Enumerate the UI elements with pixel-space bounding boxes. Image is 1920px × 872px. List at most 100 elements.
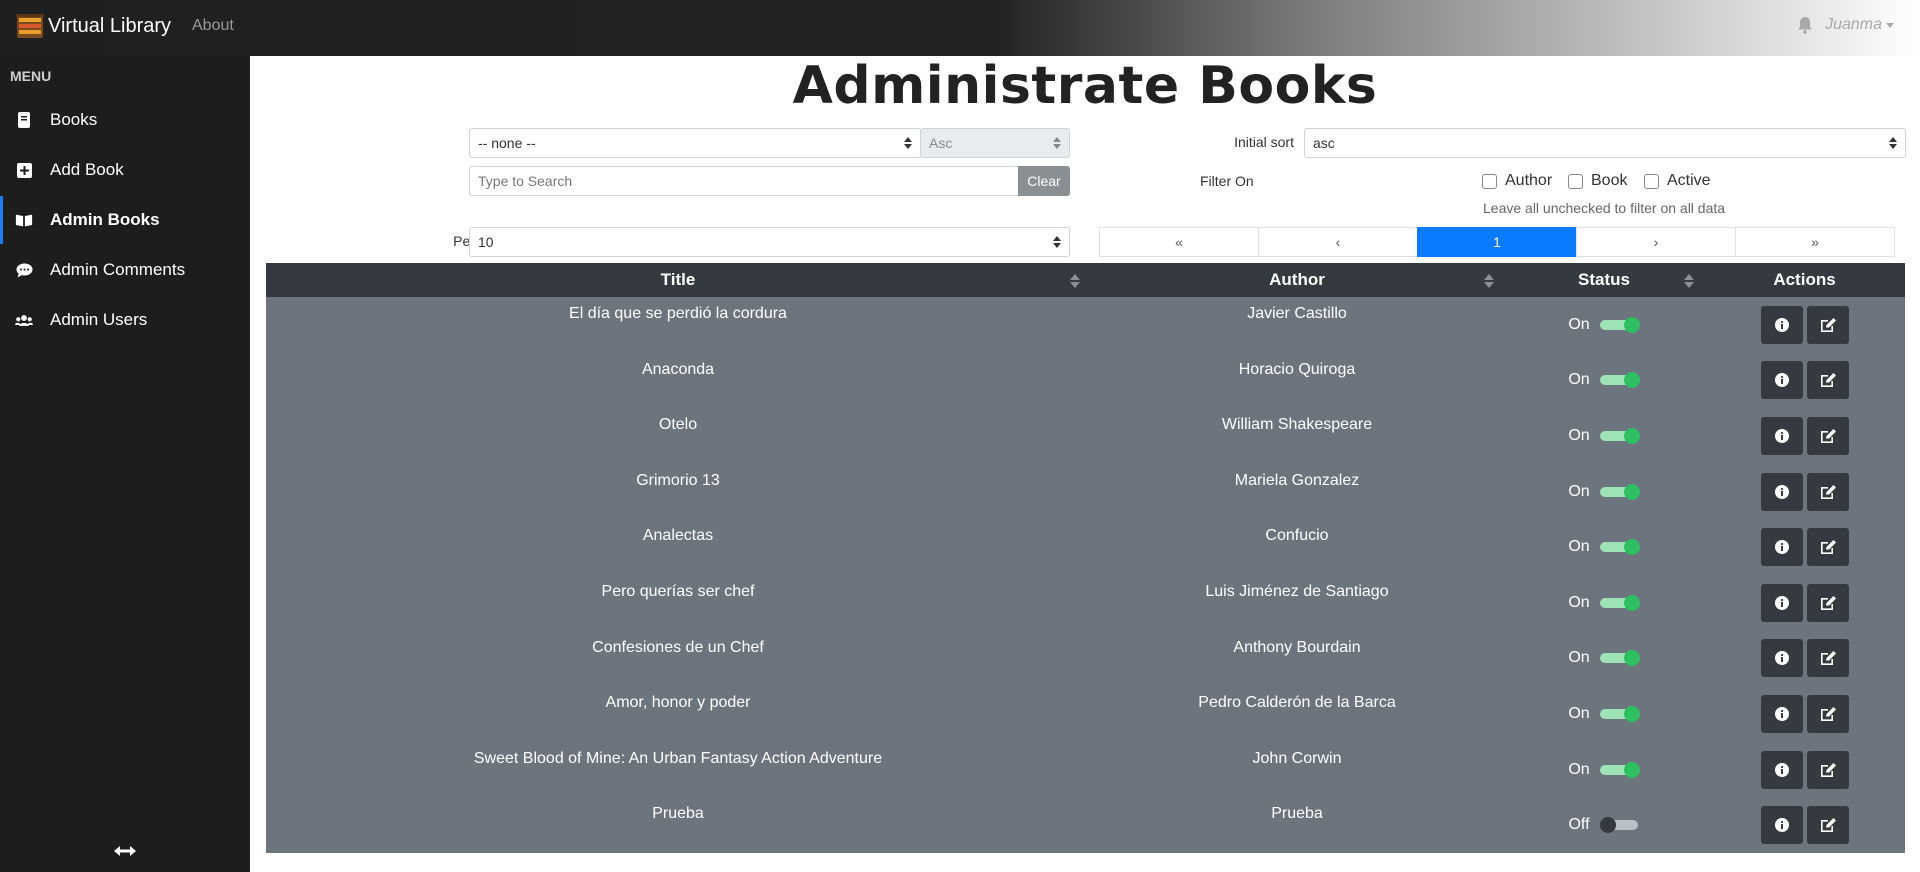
filter-author-checkbox[interactable]: Author <box>1482 172 1552 190</box>
sidebar-item-admin-books[interactable]: Admin Books <box>0 196 250 244</box>
status-toggle[interactable] <box>1599 539 1640 556</box>
library-logo-icon <box>16 14 44 38</box>
status-toggle[interactable] <box>1599 483 1640 500</box>
page-prev-button[interactable]: ‹ <box>1258 227 1418 257</box>
cell-status: On <box>1504 408 1704 464</box>
sort-select[interactable]: -- none -- <box>469 128 921 158</box>
edit-button[interactable] <box>1806 361 1849 400</box>
status-toggle[interactable] <box>1599 372 1640 389</box>
cell-status: On <box>1504 519 1704 575</box>
status-toggle[interactable] <box>1599 817 1640 834</box>
info-button[interactable] <box>1760 694 1803 733</box>
table-row: Sweet Blood of Mine: An Urban Fantasy Ac… <box>266 742 1905 798</box>
cell-status: On <box>1504 353 1704 409</box>
per-page-select[interactable]: 10 <box>469 227 1070 257</box>
status-toggle[interactable] <box>1599 427 1640 444</box>
cell-author: Anthony Bourdain <box>1233 638 1361 656</box>
info-button[interactable] <box>1760 583 1803 622</box>
status-toggle[interactable] <box>1599 761 1640 778</box>
cell-actions <box>1704 353 1905 409</box>
sidebar: MENU Books Add Book Admin Books Admin Co… <box>0 56 250 872</box>
edit-button[interactable] <box>1806 583 1849 622</box>
main-content: Administrate Books Sort -- none -- Asc I… <box>250 56 1920 872</box>
table-row: Otelo William Shakespeare On <box>266 408 1905 464</box>
bell-icon[interactable] <box>1797 16 1813 34</box>
edit-button[interactable] <box>1806 416 1849 455</box>
checkbox-label: Author <box>1505 172 1553 189</box>
sidebar-resize-icon[interactable] <box>114 844 136 858</box>
clear-button[interactable]: Clear <box>1018 166 1070 196</box>
status-toggle[interactable] <box>1599 594 1640 611</box>
cell-title: Analectas <box>642 527 714 545</box>
filter-on-label: Filter On <box>1200 173 1254 189</box>
info-icon <box>1774 818 1789 833</box>
nav-about-link[interactable]: About <box>192 17 234 35</box>
edit-icon <box>1820 373 1836 388</box>
info-icon <box>1774 706 1789 721</box>
info-button[interactable] <box>1760 750 1803 789</box>
edit-button[interactable] <box>1806 639 1849 678</box>
sidebar-item-label: Admin Users <box>50 310 148 329</box>
info-icon <box>1774 317 1789 332</box>
header-author[interactable]: Author <box>1090 263 1504 297</box>
sort-icon[interactable] <box>1684 274 1694 288</box>
edit-icon <box>1820 762 1836 777</box>
page-next-button[interactable]: › <box>1576 227 1736 257</box>
edit-button[interactable] <box>1806 528 1849 567</box>
edit-button[interactable] <box>1806 806 1849 845</box>
info-button[interactable] <box>1760 305 1803 344</box>
table-row: El día que se perdió la cordura Javier C… <box>266 297 1905 353</box>
edit-button[interactable] <box>1806 305 1849 344</box>
sort-icon[interactable] <box>1484 274 1494 288</box>
cell-status: On <box>1504 464 1704 520</box>
edit-button[interactable] <box>1806 694 1849 733</box>
info-button[interactable] <box>1760 361 1803 400</box>
sort-icon[interactable] <box>1070 274 1080 288</box>
status-text: On <box>1568 482 1590 500</box>
status-toggle[interactable] <box>1599 316 1640 333</box>
table-row: Analectas Confucio On <box>266 519 1905 575</box>
select-arrows-icon <box>904 137 912 149</box>
status-text: On <box>1568 760 1590 778</box>
checkbox-box[interactable] <box>1482 173 1497 189</box>
sidebar-item-books[interactable]: Books <box>0 96 250 144</box>
user-name: Juanma <box>1825 16 1882 33</box>
table-row: Prueba Prueba Off <box>266 797 1905 853</box>
page-first-button[interactable]: « <box>1099 227 1259 257</box>
info-button[interactable] <box>1760 416 1803 455</box>
brand-name: Virtual Library <box>48 14 172 37</box>
info-icon <box>1774 540 1789 555</box>
sidebar-item-admin-comments[interactable]: Admin Comments <box>0 246 250 294</box>
header-status[interactable]: Status <box>1504 263 1704 297</box>
header-title[interactable]: Title <box>266 263 1090 297</box>
page-current-button[interactable]: 1 <box>1417 227 1577 257</box>
checkbox-box[interactable] <box>1568 173 1583 189</box>
filter-book-checkbox[interactable]: Book <box>1568 172 1627 190</box>
user-menu[interactable]: Juanma <box>1797 16 1894 34</box>
status-toggle[interactable] <box>1599 705 1640 722</box>
status-toggle[interactable] <box>1599 650 1640 667</box>
sidebar-item-add-book[interactable]: Add Book <box>0 146 250 194</box>
sidebar-item-admin-users[interactable]: Admin Users <box>0 296 250 344</box>
initial-sort-select[interactable]: asc <box>1304 128 1906 158</box>
info-icon <box>1774 428 1789 443</box>
cell-author: John Corwin <box>1252 749 1342 767</box>
info-icon <box>1774 484 1789 499</box>
info-icon <box>1774 595 1789 610</box>
brand-link[interactable]: Virtual Library <box>16 12 171 40</box>
info-button[interactable] <box>1760 472 1803 511</box>
info-button[interactable] <box>1760 639 1803 678</box>
checkbox-box[interactable] <box>1644 173 1659 189</box>
info-button[interactable] <box>1760 806 1803 845</box>
filter-active-checkbox[interactable]: Active <box>1644 172 1711 190</box>
cell-author: Mariela Gonzalez <box>1234 471 1360 489</box>
info-button[interactable] <box>1760 528 1803 567</box>
cell-author: Javier Castillo <box>1247 305 1347 322</box>
cell-title: Confesiones de un Chef <box>592 638 764 656</box>
edit-button[interactable] <box>1806 750 1849 789</box>
page-last-button[interactable]: » <box>1735 227 1895 257</box>
table-row: Pero querías ser chef Luis Jiménez de Sa… <box>266 575 1905 631</box>
users-icon <box>15 311 33 329</box>
edit-button[interactable] <box>1806 472 1849 511</box>
filter-input[interactable]: Type to Search <box>469 166 1019 196</box>
